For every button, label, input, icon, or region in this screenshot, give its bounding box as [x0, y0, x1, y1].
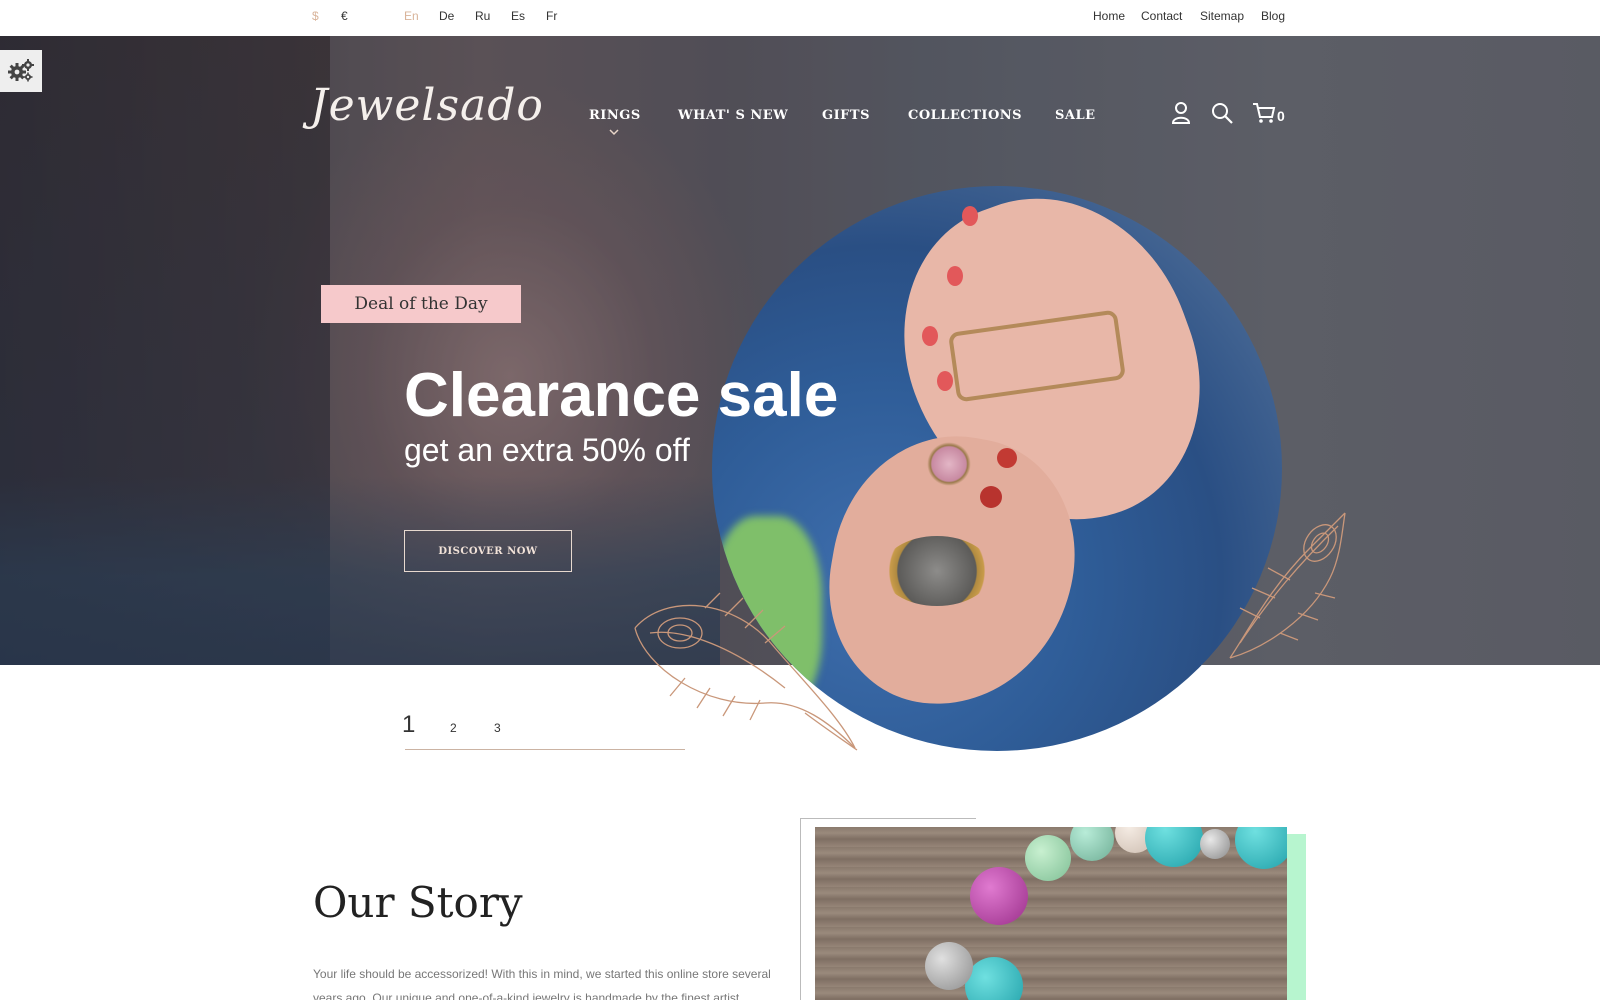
pager-underline	[405, 749, 685, 750]
nav-collections[interactable]: COLLECTIONS	[908, 108, 1022, 123]
search-icon[interactable]	[1210, 101, 1234, 125]
photo-nail	[947, 266, 963, 286]
pager-page-2[interactable]: 2	[450, 721, 457, 735]
cart-icon[interactable]	[1252, 101, 1276, 125]
hero-title: Clearance sale	[404, 361, 839, 430]
feather-icon	[1229, 512, 1346, 659]
photo-bead	[925, 942, 973, 990]
story-title: Our Story	[313, 878, 523, 927]
settings-widget[interactable]	[0, 50, 42, 92]
chevron-down-icon	[609, 129, 619, 136]
discover-now-button[interactable]: DISCOVER NOW	[404, 530, 572, 572]
feather-icon	[634, 592, 858, 751]
photo-bead	[1145, 827, 1203, 867]
cart-count: 0	[1277, 108, 1285, 124]
lang-es[interactable]: Es	[511, 9, 525, 23]
photo-bead	[970, 867, 1028, 925]
lang-de[interactable]: De	[439, 9, 454, 23]
photo-nail	[937, 371, 953, 391]
story-bracelet-photo	[815, 827, 1287, 1000]
currency-usd[interactable]: $	[312, 9, 319, 23]
top-bar: $ € En De Ru Es Fr Home Contact Sitemap …	[0, 0, 1600, 36]
photo-bead	[1025, 835, 1071, 881]
toplink-contact[interactable]: Contact	[1141, 9, 1182, 23]
pager-page-1[interactable]: 1	[402, 711, 415, 739]
toplink-sitemap[interactable]: Sitemap	[1200, 9, 1244, 23]
hero-subtitle: get an extra 50% off	[404, 432, 690, 468]
photo-ring-red	[980, 486, 1002, 508]
photo-ring-pink	[927, 442, 971, 486]
photo-bead	[1070, 827, 1114, 861]
deal-badge: Deal of the Day	[321, 285, 521, 323]
story-text: Your life should be accessorized! With t…	[313, 967, 771, 1000]
toplink-blog[interactable]: Blog	[1261, 9, 1285, 23]
photo-ring-red	[997, 448, 1017, 468]
currency-eur[interactable]: €	[341, 9, 348, 23]
nav-sale[interactable]: SALE	[1055, 108, 1096, 123]
lang-en[interactable]: En	[404, 9, 419, 23]
pager-page-3[interactable]: 3	[494, 721, 501, 735]
photo-bead	[965, 957, 1023, 1000]
photo-nail	[922, 326, 938, 346]
toplink-home[interactable]: Home	[1093, 9, 1125, 23]
nav-gifts[interactable]: GIFTS	[822, 108, 870, 123]
photo-bead	[1235, 827, 1287, 869]
story-accent-block	[1286, 834, 1306, 1000]
photo-bead	[1200, 829, 1230, 859]
nav-rings[interactable]: RINGS	[589, 108, 641, 123]
lang-fr[interactable]: Fr	[546, 9, 557, 23]
photo-nail	[962, 206, 978, 226]
gear-icon	[8, 59, 34, 82]
user-icon[interactable]	[1170, 101, 1192, 125]
photo-ring-stone	[882, 536, 992, 606]
lang-ru[interactable]: Ru	[475, 9, 490, 23]
nav-whats-new[interactable]: WHAT' S NEW	[678, 108, 788, 123]
site-logo[interactable]: Jewelsado	[310, 80, 544, 131]
